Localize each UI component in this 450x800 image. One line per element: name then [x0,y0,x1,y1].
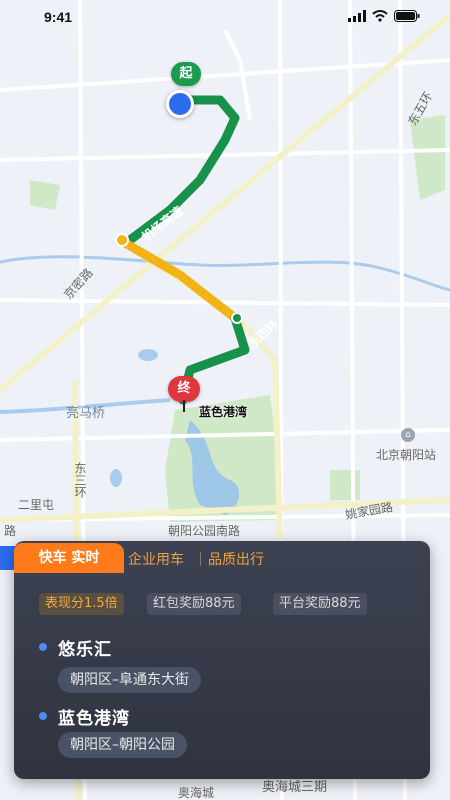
route-junction [115,233,129,247]
pond-1 [138,349,158,361]
tab-quality[interactable]: 品质出行 [208,549,264,569]
tab-express-realtime[interactable]: 快车 实时 [14,543,124,573]
order-card[interactable]: 快车 实时 企业用车 品质出行 表现分1.5倍 红包奖励88元 平台奖励88元 … [14,541,430,779]
tab-enterprise[interactable]: 企业用车 [128,549,184,569]
wifi-icon [372,10,388,22]
signal-icon [348,10,366,22]
route-junction-2 [231,312,243,324]
train-station-icon: ⌂ [401,428,415,442]
green-area-nw [30,180,60,210]
phone-screen: 机场高速 京密路 东五环 东四环 亮马桥 东三环 二里屯 朝阳公园南路 姚家园路… [0,0,450,800]
label-beijing-chaoyang-station: 北京朝阳站 [376,448,437,462]
end-pin[interactable]: 终 [168,376,200,402]
service-tabs: 快车 实时 企业用车 品质出行 [14,541,430,575]
tab-divider [200,552,201,566]
badge-surge: 表现分1.5倍 [39,593,124,615]
label-liangmaqiao: 亮马桥 [66,405,106,420]
start-pin[interactable]: 起 [171,62,201,86]
label-chaoyang-park-south: 朝阳公园南路 [168,524,241,538]
label-lu: 路 [4,524,17,538]
destination-address[interactable]: 朝阳区–朝阳公园 [58,732,187,758]
destination-dot-icon [39,712,47,720]
green-area-e [330,470,360,500]
current-location-icon [166,90,194,118]
badge-platform: 平台奖励88元 [273,593,367,615]
status-icons [348,10,420,22]
label-donghuan: 东三环 [73,462,87,498]
label-sanlitun: 二里屯 [18,498,55,512]
pond-2 [110,469,122,487]
origin-address[interactable]: 朝阳区–阜通东大街 [58,667,201,693]
status-time: 9:41 [44,9,73,25]
origin-dot-icon [39,643,47,651]
status-bar: 9:41 [0,0,450,34]
label-aohaicheng: 奥海城 [178,786,215,800]
origin-name[interactable]: 悠乐汇 [58,635,112,660]
end-pin-stem [183,400,185,412]
poi-destination-label: 蓝色港湾 [199,405,248,419]
destination-name[interactable]: 蓝色港湾 [58,704,130,729]
battery-icon [394,10,420,22]
badge-redpacket: 红包奖励88元 [147,593,241,615]
